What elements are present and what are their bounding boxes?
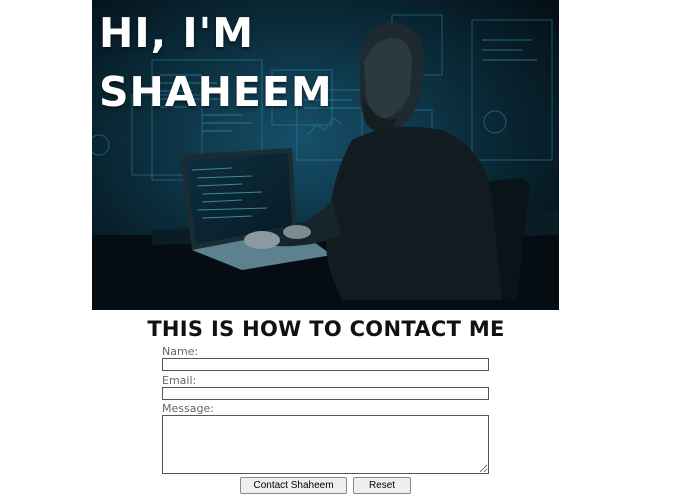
hero-title: HI, I'M SHAHEEM — [99, 4, 333, 122]
name-label: Name: — [162, 345, 199, 358]
message-field[interactable] — [162, 415, 489, 474]
reset-button[interactable]: Reset — [353, 477, 411, 494]
hero-title-line-2: SHAHEEM — [99, 68, 333, 116]
contact-submit-button[interactable]: Contact Shaheem — [240, 477, 347, 494]
name-field[interactable] — [162, 358, 489, 371]
contact-heading: THIS IS HOW TO CONTACT ME — [147, 317, 505, 341]
hero-title-line-1: HI, I'M — [99, 9, 255, 57]
page: HI, I'M SHAHEEM THIS IS HOW TO CONTACT M… — [0, 0, 689, 496]
message-label: Message: — [162, 402, 214, 415]
email-label: Email: — [162, 374, 197, 387]
hero-banner: HI, I'M SHAHEEM — [92, 0, 559, 310]
email-field[interactable] — [162, 387, 489, 400]
